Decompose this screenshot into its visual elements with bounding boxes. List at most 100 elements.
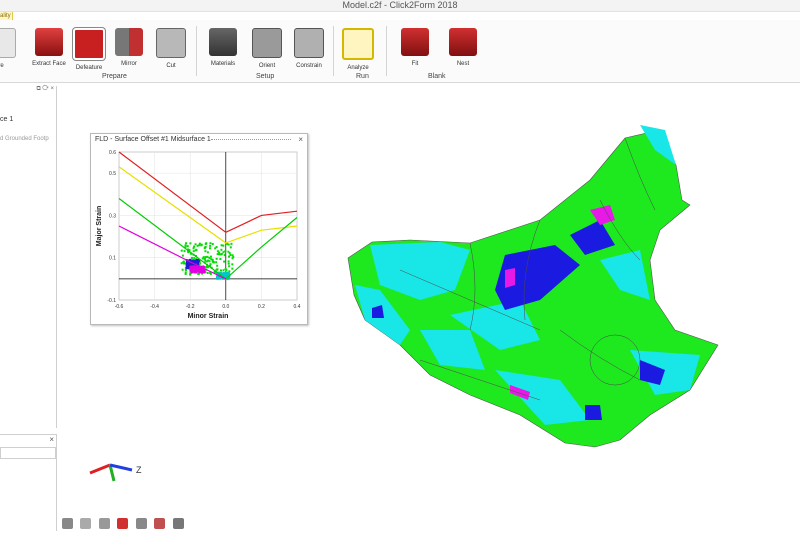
analyze-icon [342, 28, 374, 60]
geometry-button[interactable]: re [0, 22, 22, 78]
constrain-icon [294, 28, 324, 58]
scatter-point [220, 244, 223, 247]
x-tick-label: -0.4 [150, 304, 159, 310]
y-axis-label: Major Strain [96, 206, 103, 246]
scatter-point [211, 243, 214, 246]
fld-window[interactable]: FLD - Surface Offset #1 Midsurface 1 × -… [90, 133, 308, 325]
cut-button[interactable]: Cut [150, 22, 192, 78]
scatter-point [190, 259, 193, 262]
scatter-point [222, 269, 225, 272]
scatter-point [200, 244, 203, 247]
scatter-point [224, 267, 227, 270]
defeature-icon [73, 28, 105, 60]
scatter-point [209, 244, 212, 247]
scatter-point [207, 259, 210, 262]
window-title: Model.c2f - Click2Form 2018 [0, 0, 800, 12]
x-tick-label: -0.2 [186, 304, 195, 310]
scatter-point [190, 263, 193, 266]
constrain-button[interactable]: Constrain [288, 22, 330, 78]
scatter-point [227, 250, 230, 253]
y-tick-label: 0.3 [109, 213, 116, 219]
view-toolbar [62, 515, 187, 530]
view-shaded-icon[interactable] [62, 518, 73, 530]
scatter-point [219, 269, 222, 272]
materials-button[interactable]: Materials [202, 22, 244, 78]
scatter-point [204, 250, 207, 253]
magenta-region [505, 268, 515, 288]
group-blank: Blank [428, 73, 446, 80]
triad-x-axis [89, 463, 111, 475]
scatter-point [185, 242, 188, 245]
scatter-point [222, 272, 225, 275]
scatter-point [198, 242, 201, 245]
ribbon-separator [196, 26, 197, 76]
tree-item-surface[interactable]: ce 1 [0, 116, 13, 123]
ribbon-separator [333, 26, 334, 76]
fit-button[interactable]: Fit [394, 22, 436, 78]
group-run: Run [356, 73, 369, 80]
scatter-point [194, 268, 197, 271]
scatter-point [206, 271, 209, 274]
scatter-point [204, 246, 207, 249]
scatter-point [189, 273, 192, 276]
scatter-point [227, 260, 230, 263]
scatter-point [216, 264, 219, 267]
scatter-point [224, 250, 227, 253]
x-axis-label: Minor Strain [188, 313, 229, 320]
scatter-point [196, 270, 199, 273]
fld-chart: -0.6 -0.4 -0.2 0.0 0.2 0.4 -0.1 0.1 0.3 0.5 0.6 Min… [96, 150, 301, 320]
analyze-button[interactable]: Analyze [337, 22, 379, 78]
scatter-point [227, 243, 230, 246]
x-tick-label: 0.0 [222, 304, 229, 310]
scatter-point [231, 254, 234, 257]
defeature-button[interactable]: Defeature [68, 22, 110, 78]
group-setup: Setup [256, 73, 275, 80]
property-panel: × [0, 434, 57, 531]
scatter-point [222, 251, 225, 254]
scatter-point [209, 242, 212, 245]
scatter-point [206, 255, 209, 258]
scatter-point [194, 266, 197, 269]
ribbon: re Extract Face Defeature Mirror Cut Mat… [0, 20, 800, 83]
scatter-point [186, 245, 189, 248]
scatter-point [218, 253, 221, 256]
view-section-icon[interactable] [98, 518, 110, 530]
scatter-point [189, 242, 192, 245]
extract-face-icon [35, 28, 63, 56]
view-cube-icon[interactable] [172, 518, 184, 530]
geometry-icon [0, 28, 16, 58]
scatter-point [222, 244, 225, 247]
scatter-point [208, 247, 211, 250]
nest-button[interactable]: Nest [442, 22, 484, 78]
view-color-icon[interactable] [154, 518, 166, 530]
triad-z-axis [109, 463, 133, 472]
plot-area [118, 151, 298, 301]
scatter-point [204, 256, 207, 259]
panel-header-controls[interactable]: ⧉ ⟳ × [0, 86, 56, 95]
scatter-point [194, 243, 197, 246]
close-icon[interactable]: × [49, 435, 54, 444]
mirror-icon [115, 28, 143, 56]
y-tick-label: 0.6 [109, 150, 116, 156]
scatter-point [196, 244, 199, 247]
view-red-icon[interactable] [117, 518, 129, 530]
tree-item-grounded[interactable]: d Grounded Footp [0, 136, 49, 142]
triad-y-axis [108, 464, 116, 482]
orient-button[interactable]: Orient [246, 22, 288, 78]
scatter-point [181, 254, 184, 257]
view-zoom-icon[interactable] [135, 518, 147, 530]
scatter-point [218, 251, 221, 254]
materials-icon [209, 28, 237, 56]
x-tick-label: 0.4 [294, 304, 301, 310]
triad-z-label: Z [136, 465, 142, 475]
extract-face-button[interactable]: Extract Face [28, 22, 70, 78]
scatter-point [184, 271, 187, 274]
scatter-point [215, 257, 218, 260]
blue-region [585, 405, 602, 420]
property-input[interactable] [0, 447, 56, 459]
scatter-point [203, 257, 206, 260]
mirror-button[interactable]: Mirror [108, 22, 150, 78]
view-fit-icon[interactable] [80, 518, 92, 530]
orient-icon [252, 28, 282, 58]
scatter-point [192, 247, 195, 250]
